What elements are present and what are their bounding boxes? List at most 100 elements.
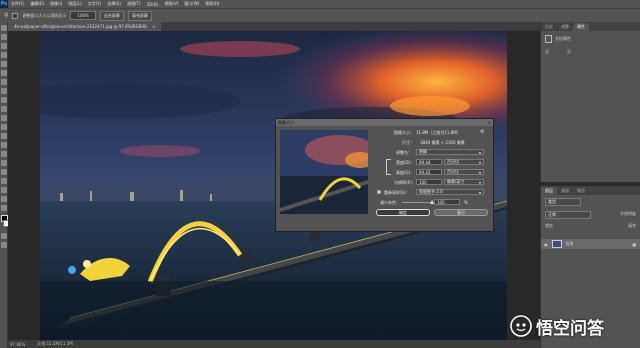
width-input[interactable]: 69.44 bbox=[416, 159, 442, 165]
resample-method-value: 保留细节 2.0 bbox=[419, 189, 443, 194]
dodge-tool-icon[interactable] bbox=[1, 142, 7, 148]
reduce-noise-label: 减少杂色： bbox=[380, 200, 400, 205]
move-tool-icon[interactable] bbox=[1, 25, 7, 31]
hand-tool-icon[interactable] bbox=[1, 187, 7, 193]
image-size-dialog: 图像大小 × 图像大小： 11.8M（之前为11.8M） ⚙ 尺寸： 3840 … bbox=[275, 118, 494, 232]
path-select-tool-icon[interactable] bbox=[1, 169, 7, 175]
chevron-down-icon: ▾ bbox=[478, 179, 481, 185]
menu-window[interactable]: 窗口(W) bbox=[181, 1, 202, 7]
document-size-readout[interactable]: 文档:11.5M/11.5M bbox=[37, 341, 72, 347]
document-tab[interactable]: 4k-wallpaper-afterglow-architecture-2162… bbox=[8, 21, 162, 31]
menu-select[interactable]: 选择(S) bbox=[104, 1, 124, 7]
marquee-tool-icon[interactable] bbox=[1, 34, 7, 40]
gradient-tool-icon[interactable] bbox=[1, 124, 7, 130]
dialog-titlebar[interactable]: 图像大小 × bbox=[276, 119, 493, 126]
quick-select-tool-icon[interactable] bbox=[1, 52, 7, 58]
resample-checkbox[interactable] bbox=[377, 190, 381, 194]
fit-to-label: 调整为： bbox=[396, 150, 412, 155]
resize-window-checkbox[interactable] bbox=[12, 12, 19, 19]
blend-mode-select[interactable]: 正常 bbox=[545, 211, 591, 219]
layer-thumbnail bbox=[551, 240, 562, 248]
fill-label: 填充 bbox=[628, 223, 636, 228]
reset-button[interactable]: 复位 bbox=[434, 209, 488, 216]
layer-kind-filter[interactable]: 类型 bbox=[545, 198, 581, 206]
menu-3d[interactable]: 3D(D) bbox=[144, 2, 162, 7]
eyedropper-tool-icon[interactable] bbox=[1, 70, 7, 76]
reduce-noise-slider[interactable] bbox=[402, 202, 432, 203]
width-label: 宽 bbox=[545, 49, 549, 54]
stamp-tool-icon[interactable] bbox=[1, 97, 7, 103]
reduce-noise-input[interactable]: 100 bbox=[434, 199, 460, 205]
lock-icon: ■ bbox=[632, 241, 636, 247]
chevron-down-icon: ▾ bbox=[478, 159, 481, 165]
fit-to-select[interactable]: 原稿 ▾ bbox=[416, 149, 484, 155]
menu-view[interactable]: 视图(V) bbox=[161, 1, 181, 7]
ok-button[interactable]: 确定 bbox=[376, 209, 430, 216]
resolution-input[interactable]: 100 bbox=[416, 179, 442, 185]
quick-mask-icon[interactable] bbox=[1, 233, 7, 239]
properties-tabs: 历史 调整 属性 bbox=[541, 22, 640, 31]
lasso-tool-icon[interactable] bbox=[1, 43, 7, 49]
blur-tool-icon[interactable] bbox=[1, 133, 7, 139]
resolution-label: 分辨率(R)： bbox=[394, 180, 416, 185]
zoom-tool-icon[interactable] bbox=[1, 196, 7, 202]
options-bar: ⚲ 调整窗口大小以满屏显示 100% 适合屏幕 填充屏幕 bbox=[0, 8, 640, 22]
layer-row-background[interactable]: ◉ 背景 ■ bbox=[541, 239, 640, 249]
menu-layer[interactable]: 图层(L) bbox=[65, 1, 84, 7]
layer-name: 背景 bbox=[565, 241, 574, 246]
fill-screen-button[interactable]: 填充屏幕 bbox=[127, 10, 152, 21]
brush-tool-icon[interactable] bbox=[1, 88, 7, 94]
image-size-label: 图像大小： bbox=[394, 130, 414, 135]
gear-icon[interactable]: ⚙ bbox=[480, 129, 484, 135]
menu-image[interactable]: 图像(I) bbox=[47, 1, 65, 7]
properties-panel: 历史 调整 属性 文档属性 宽 高 bbox=[540, 22, 640, 182]
link-constrain-icon[interactable] bbox=[386, 159, 391, 175]
opacity-label: 不透明度 bbox=[620, 211, 636, 216]
more-tools-icon[interactable] bbox=[1, 205, 7, 211]
healing-tool-icon[interactable] bbox=[1, 79, 7, 85]
chevron-down-icon: ▾ bbox=[478, 169, 481, 175]
width-label: 宽度(D)： bbox=[396, 160, 415, 165]
type-tool-icon[interactable] bbox=[1, 160, 7, 166]
tab-adjustments[interactable]: 调整 bbox=[557, 23, 573, 31]
document-tabs: 4k-wallpaper-afterglow-architecture-2162… bbox=[8, 21, 540, 31]
menu-file[interactable]: 文件(F) bbox=[8, 1, 27, 7]
layers-tabs: 图层 通道 路径 bbox=[541, 186, 640, 195]
close-icon[interactable]: × bbox=[152, 24, 155, 29]
tab-history[interactable]: 历史 bbox=[541, 23, 557, 31]
tab-layers[interactable]: 图层 bbox=[541, 186, 557, 195]
menu-help[interactable]: 帮助(H) bbox=[202, 1, 222, 7]
menu-filter[interactable]: 滤镜(T) bbox=[124, 1, 144, 7]
screen-mode-icon[interactable] bbox=[1, 242, 7, 248]
height-input[interactable]: 69.42 bbox=[416, 169, 442, 175]
resolution-unit-select[interactable]: 像素/英寸 ▾ bbox=[444, 179, 484, 185]
crop-tool-icon[interactable] bbox=[1, 61, 7, 67]
document-tab-title: 4k-wallpaper-afterglow-architecture-2162… bbox=[14, 23, 148, 29]
close-icon[interactable]: × bbox=[488, 120, 493, 125]
history-brush-tool-icon[interactable] bbox=[1, 106, 7, 112]
pen-tool-icon[interactable] bbox=[1, 151, 7, 157]
zoom-tool-icon[interactable]: ⚲ bbox=[4, 12, 8, 19]
fit-screen-button[interactable]: 适合屏幕 bbox=[99, 10, 124, 21]
height-unit-select[interactable]: 百分比 ▾ bbox=[444, 169, 484, 175]
resample-label: 重新采样(S)： bbox=[384, 190, 410, 195]
watermark-text: 悟空问答 bbox=[536, 318, 604, 339]
tab-properties[interactable]: 属性 bbox=[573, 22, 589, 31]
reduce-noise-unit: % bbox=[464, 200, 468, 205]
shape-tool-icon[interactable] bbox=[1, 178, 7, 184]
resample-method-select[interactable]: 保留细节 2.0 ▾ bbox=[416, 189, 484, 195]
tools-panel bbox=[0, 22, 10, 348]
eraser-tool-icon[interactable] bbox=[1, 115, 7, 121]
width-unit-select[interactable]: 百分比 ▾ bbox=[444, 159, 484, 165]
zoom-readout[interactable]: 97.86% bbox=[10, 342, 25, 347]
zoom-value-field[interactable]: 100% bbox=[70, 11, 96, 20]
menu-edit[interactable]: 编辑(E) bbox=[27, 1, 47, 7]
tab-paths[interactable]: 路径 bbox=[573, 187, 589, 195]
eye-icon[interactable]: ◉ bbox=[544, 242, 548, 247]
chevron-down-icon: ▾ bbox=[478, 189, 481, 195]
lock-label: 锁定 bbox=[545, 223, 553, 228]
tab-channels[interactable]: 通道 bbox=[557, 187, 573, 195]
menu-type[interactable]: 文字(Y) bbox=[85, 1, 105, 7]
dialog-preview[interactable] bbox=[280, 130, 368, 214]
height-value: 69.42 bbox=[419, 169, 431, 175]
